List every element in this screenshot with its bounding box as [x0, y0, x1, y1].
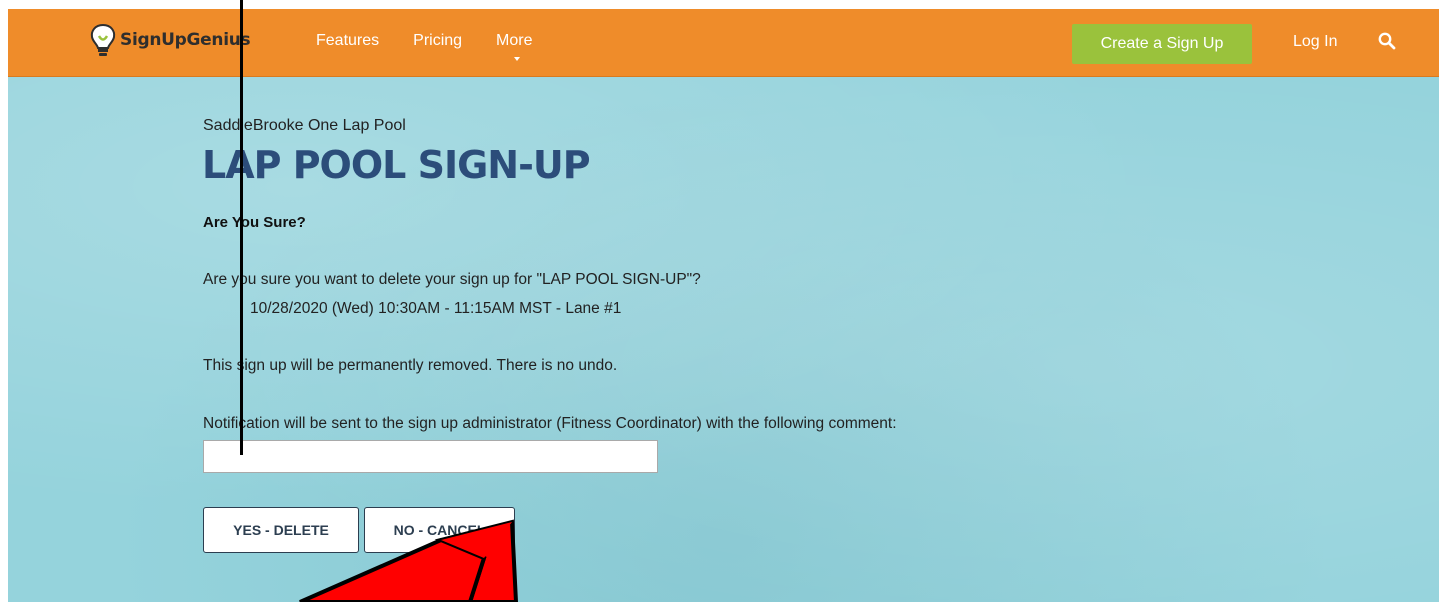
nav-features[interactable]: Features — [316, 32, 379, 50]
brand-name: SignUpGenius — [120, 30, 251, 50]
nav-pricing[interactable]: Pricing — [413, 32, 462, 50]
brand-logo[interactable]: SignUpGenius — [88, 22, 251, 58]
lightbulb-icon — [90, 23, 116, 56]
create-sign-up-button[interactable]: Create a Sign Up — [1072, 24, 1252, 64]
yes-delete-button[interactable]: YES - DELETE — [203, 507, 359, 553]
nav-more[interactable]: More — [496, 32, 533, 61]
confirm-heading: Are You Sure? — [203, 214, 306, 231]
comment-input[interactable] — [203, 440, 658, 473]
warning-text: This sign up will be permanently removed… — [203, 357, 618, 374]
organization-name: SaddleBrooke One Lap Pool — [203, 117, 406, 134]
nav-more-label: More — [496, 32, 533, 49]
notification-text: Notification will be sent to the sign up… — [203, 415, 897, 432]
page-title: LAP POOL SIGN-UP — [202, 143, 591, 187]
page-frame: SignUpGenius Features Pricing More Creat… — [8, 9, 1439, 602]
log-in-link[interactable]: Log In — [1293, 33, 1337, 51]
caret-down-icon — [514, 57, 521, 61]
search-icon[interactable] — [1378, 32, 1396, 50]
delete-question: Are you sure you want to delete your sig… — [203, 271, 701, 288]
main-nav: Features Pricing More — [316, 32, 567, 61]
top-navigation-bar: SignUpGenius Features Pricing More Creat… — [8, 9, 1439, 77]
no-cancel-button[interactable]: NO - CANCEL — [364, 507, 515, 553]
slot-details: 10/28/2020 (Wed) 10:30AM - 11:15AM MST -… — [250, 300, 622, 317]
